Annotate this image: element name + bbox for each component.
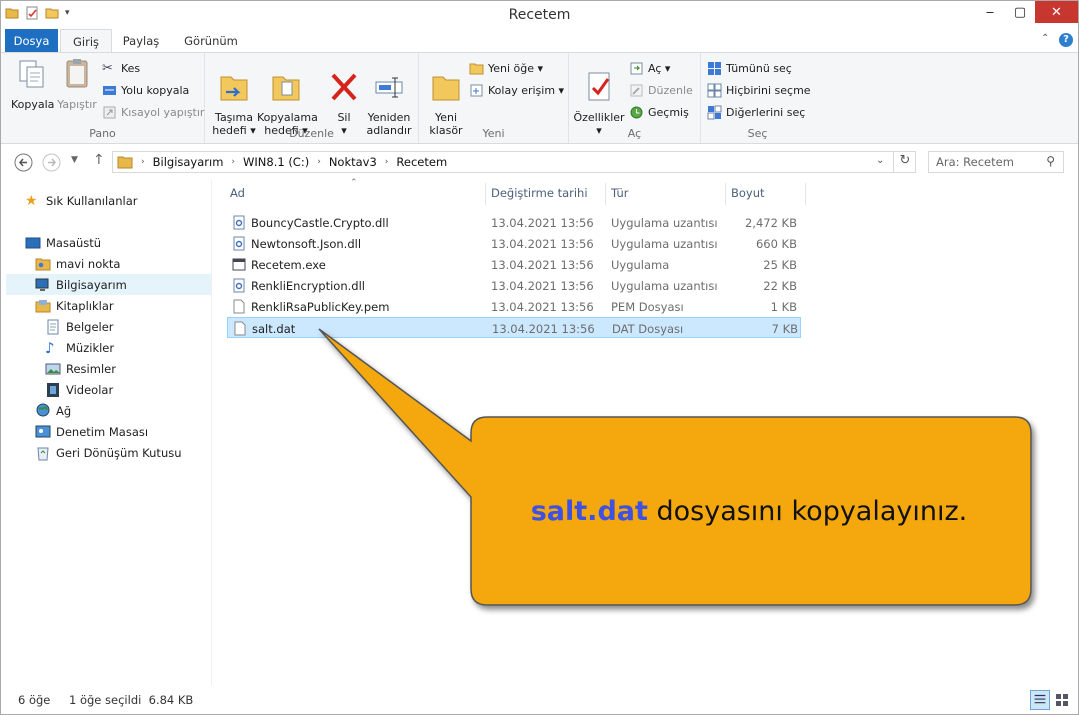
callout-shape xyxy=(318,328,1032,606)
callout-bubble xyxy=(318,328,1032,606)
status-bar: 6 öğe 1 öğe seçildi 6.84 KB xyxy=(1,685,1078,714)
large-icons-view-icon[interactable] xyxy=(1052,690,1072,710)
selection-info: 1 öğe seçildi 6.84 KB xyxy=(69,693,194,707)
details-view-icon[interactable] xyxy=(1030,690,1050,710)
callout-text: salt.dat dosyasını kopyalayınız. xyxy=(467,496,1031,527)
callout-message: dosyasını kopyalayınız. xyxy=(647,496,968,527)
callout-highlight: salt.dat xyxy=(530,496,648,527)
explorer-window: ▾ Recetem ‒ ▢ ✕ Dosya Giriş Paylaş Görün… xyxy=(0,0,1079,715)
item-count: 6 öğe xyxy=(18,693,51,707)
